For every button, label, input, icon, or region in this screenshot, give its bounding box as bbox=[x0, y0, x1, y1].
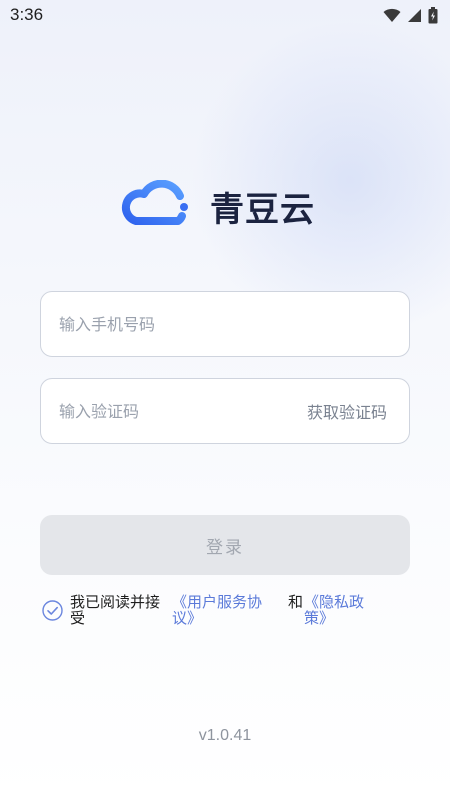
status-time: 3:36 bbox=[10, 5, 44, 24]
status-bar: 3:36 bbox=[0, 0, 450, 30]
app-logo: 青豆云 bbox=[120, 178, 315, 234]
signal-icon bbox=[408, 8, 421, 22]
agreement-conjunction: 和 bbox=[288, 593, 304, 611]
status-icons bbox=[383, 6, 438, 24]
get-code-button[interactable]: 获取验证码 bbox=[307, 399, 387, 423]
phone-input[interactable] bbox=[59, 314, 289, 334]
login-screen: 3:36 青豆云 输入手机号码 输入验证码 获取验证码 登录 我已阅读并接受 《… bbox=[0, 0, 450, 800]
user-agreement-link[interactable]: 《用户服务协议》 bbox=[172, 594, 276, 626]
agreement-checkbox-icon[interactable] bbox=[42, 600, 63, 621]
phone-field[interactable] bbox=[40, 291, 410, 357]
verification-code-input[interactable] bbox=[59, 401, 289, 421]
agreement-prefix: 我已阅读并接受 bbox=[70, 593, 161, 627]
login-button[interactable]: 登录 bbox=[40, 515, 410, 575]
app-version: v1.0.41 bbox=[198, 727, 252, 744]
privacy-policy-link[interactable]: 《隐私政策》 bbox=[304, 594, 376, 626]
cloud-logo-icon bbox=[121, 180, 188, 225]
wifi-icon bbox=[383, 8, 401, 22]
brand-name: 青豆云 bbox=[210, 189, 315, 230]
code-field[interactable]: 获取验证码 bbox=[40, 378, 410, 444]
agreement-row: 我已阅读并接受 《用户服务协议》 和 《隐私政策》 bbox=[42, 594, 412, 634]
battery-icon bbox=[428, 6, 438, 23]
